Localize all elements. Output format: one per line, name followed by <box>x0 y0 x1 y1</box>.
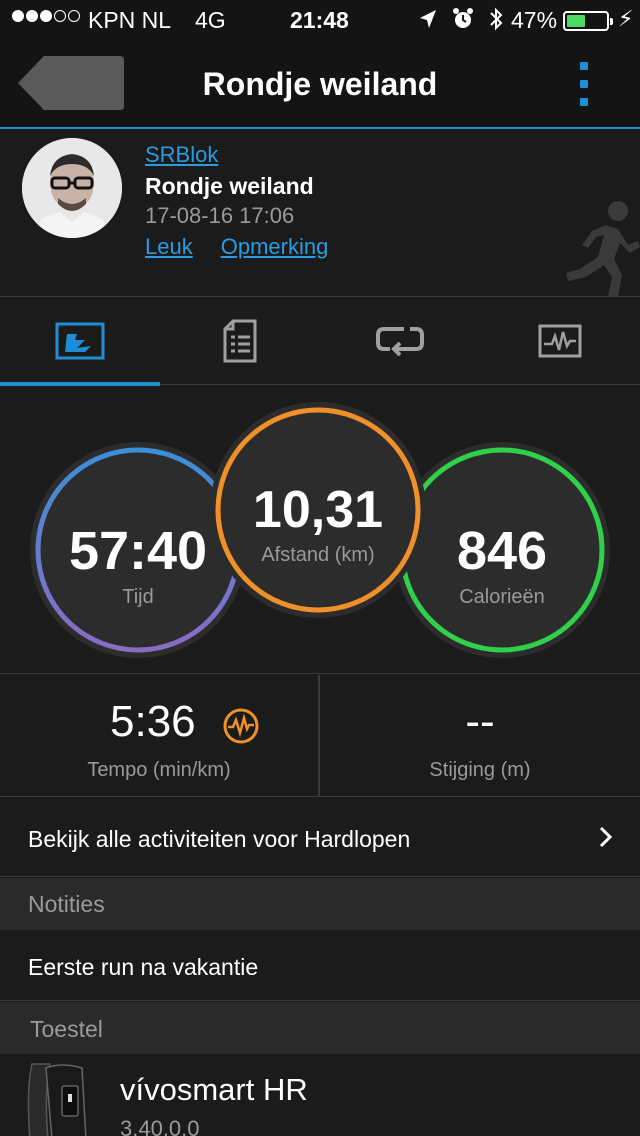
distance-value: 10,31 <box>252 481 384 539</box>
bluetooth-icon <box>490 7 503 31</box>
device-header: Toestel <box>0 1002 640 1054</box>
comment-link[interactable]: Opmerking <box>221 234 329 260</box>
signal-dot <box>54 10 66 22</box>
user-link[interactable]: SRBlok <box>145 142 218 168</box>
pace-value: 5:36 <box>110 697 196 746</box>
time-label: Tijd <box>122 586 154 608</box>
signal-dot <box>26 10 38 22</box>
location-arrow-icon <box>420 10 436 28</box>
activity-datetime: 17-08-16 17:06 <box>145 203 295 228</box>
device-row[interactable]: vívosmart HR 3.40.0.0 <box>0 1054 640 1136</box>
chevron-right-icon <box>599 826 612 848</box>
chart-icon <box>538 324 582 358</box>
device-version: 3.40.0.0 <box>120 1116 200 1136</box>
summary-metrics: 57:40 Tijd 10,31 Afstand (km) 846 Calori… <box>0 386 640 674</box>
elevation-label: Stijging (m) <box>429 759 531 781</box>
calories-label: Calorieën <box>459 586 545 608</box>
network-type: 4G <box>195 7 226 33</box>
time-value: 57:40 <box>68 521 208 581</box>
notes-text: Eerste run na vakantie <box>28 954 259 980</box>
clock: 21:48 <box>290 7 349 33</box>
details-icon <box>223 319 257 363</box>
elevation-value: -- <box>465 697 495 746</box>
overview-icon <box>55 322 105 360</box>
calories-value: 846 <box>456 521 548 581</box>
signal-dot <box>12 10 24 22</box>
pace-wave-icon[interactable] <box>222 707 260 745</box>
carrier-name: KPN NL <box>88 7 172 33</box>
signal-dot <box>68 10 80 22</box>
navigation-bar: Rondje weiland <box>0 40 640 129</box>
laps-icon <box>376 327 424 357</box>
notes-header: Notities <box>0 878 640 930</box>
all-activities-row[interactable]: Bekijk alle activiteiten voor Hardlopen <box>0 798 640 877</box>
fitness-band-image <box>27 1063 87 1136</box>
like-link[interactable]: Leuk <box>145 234 193 260</box>
status-bar: KPN NL 4G 21:48 47% ⚡ <box>0 0 640 40</box>
activity-tabs <box>0 297 640 386</box>
more-options-button[interactable] <box>576 62 592 106</box>
activity-header: SRBlok Rondje weiland 17-08-16 17:06 Leu… <box>0 131 640 297</box>
tab-laps[interactable] <box>320 297 480 385</box>
activity-name: Rondje weiland <box>145 173 314 199</box>
charging-bolt-icon: ⚡ <box>618 6 634 31</box>
signal-dot <box>40 10 52 22</box>
secondary-metrics: 5:36 Tempo (min/km) -- Stijging (m) <box>0 675 640 797</box>
avatar[interactable] <box>22 138 122 238</box>
tab-overview[interactable] <box>0 297 160 386</box>
notes-row[interactable]: Eerste run na vakantie <box>0 930 640 1001</box>
battery-percentage: 47% <box>511 7 558 33</box>
page-title: Rondje weiland <box>202 66 438 102</box>
tab-chart[interactable] <box>480 297 640 385</box>
signal-strength <box>12 10 80 22</box>
device-name: vívosmart HR <box>120 1072 308 1107</box>
pace-label: Tempo (min/km) <box>87 759 231 781</box>
distance-label: Afstand (km) <box>261 544 375 566</box>
alarm-clock-icon <box>453 8 473 28</box>
tab-details[interactable] <box>160 297 320 385</box>
runner-icon <box>566 201 640 297</box>
battery-icon <box>563 11 613 31</box>
all-activities-label: Bekijk alle activiteiten voor Hardlopen <box>28 826 411 852</box>
